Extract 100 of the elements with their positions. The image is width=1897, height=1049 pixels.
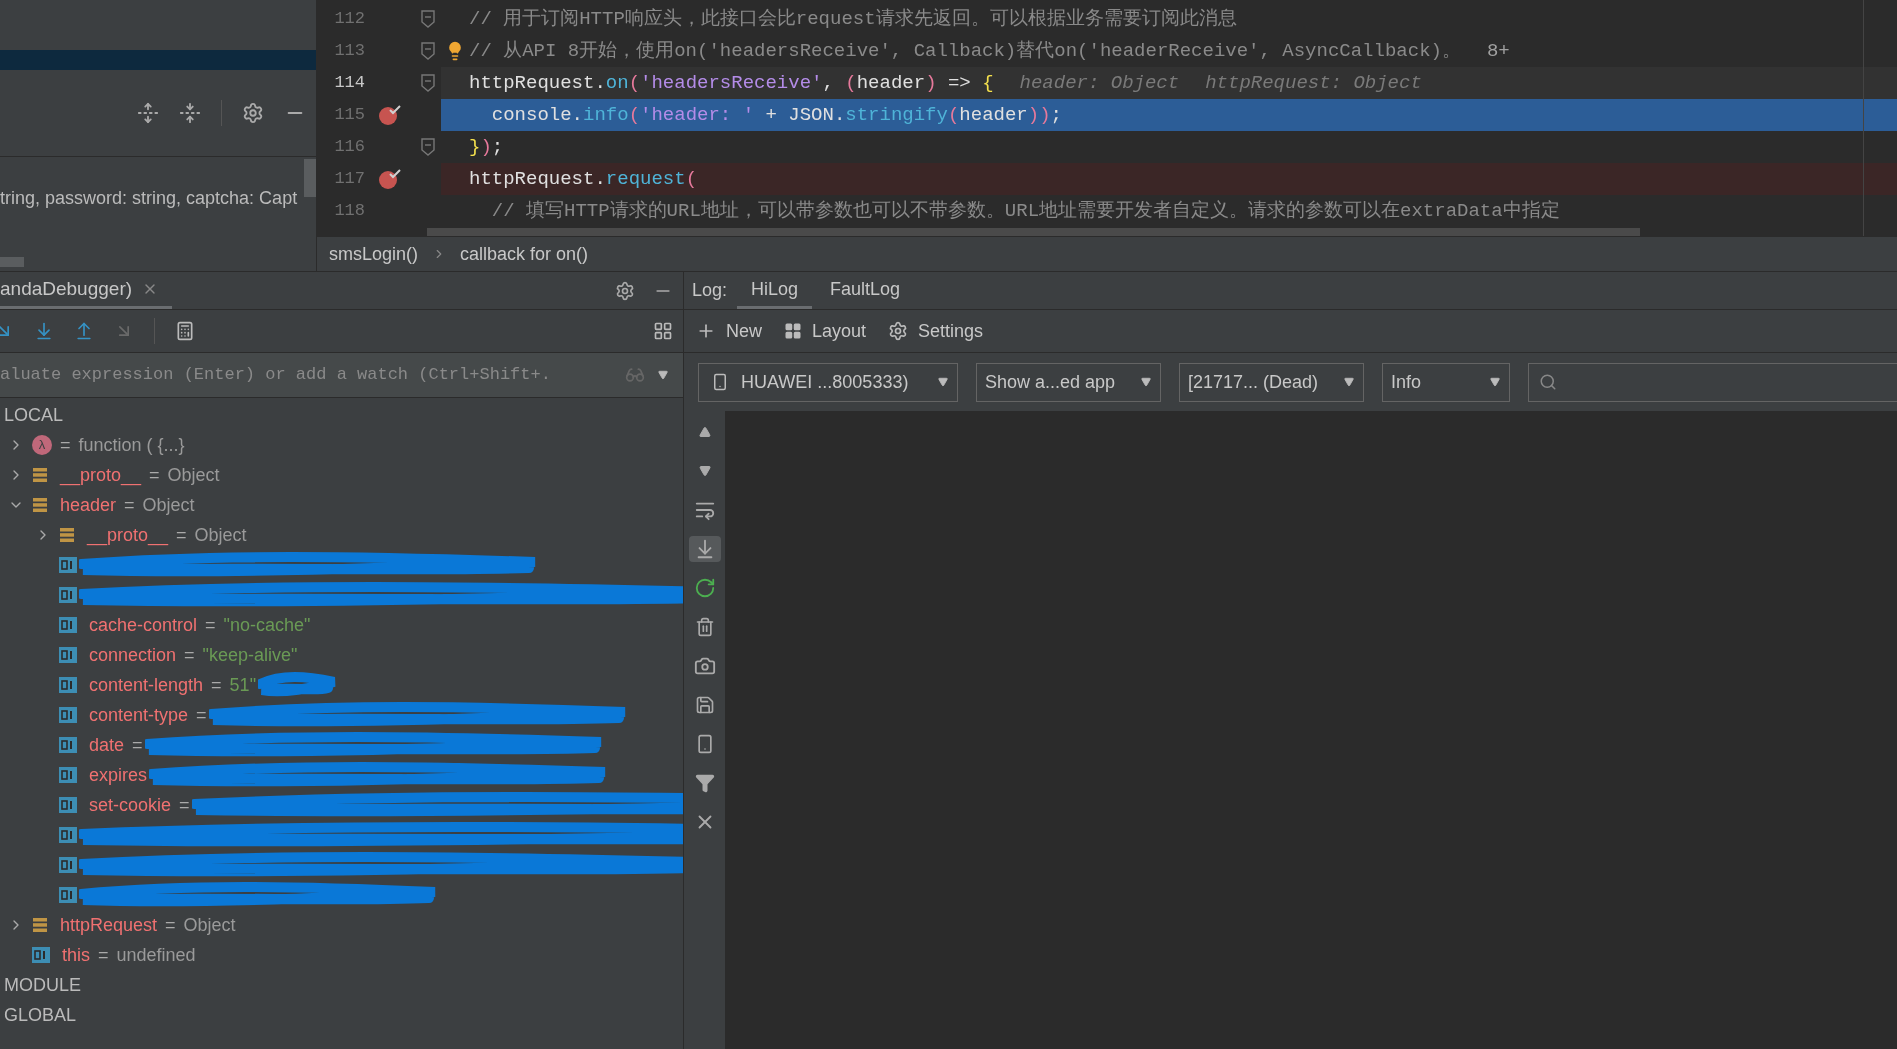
triangle-down-icon[interactable] [696, 465, 713, 477]
inline-hint: httpRequest: Object [1205, 70, 1422, 96]
debugger-tab[interactable]: andaDebugger) [0, 272, 173, 309]
code-line: console.info('header: ' + JSON.stringify(header)); [490, 102, 1062, 128]
variable-value: 51" [229, 673, 257, 697]
line-number: 116 [333, 136, 365, 159]
variable-name: __proto__ [87, 523, 169, 548]
breakpoint-icon[interactable] [378, 168, 402, 190]
equals-sign: = [124, 493, 135, 517]
primitive-icon [59, 707, 77, 723]
primitive-icon [59, 677, 77, 693]
restart-icon[interactable] [693, 577, 716, 599]
line-number: 115 [333, 104, 365, 127]
caret-icon [1140, 377, 1152, 387]
toolbar-button[interactable]: New [696, 317, 762, 345]
inline-hint: header: Object [1019, 70, 1180, 96]
log-tab[interactable]: HiLog [737, 272, 813, 309]
fold-marker-icon[interactable] [421, 74, 435, 92]
filter-dropdown[interactable]: Show a...ed app [976, 362, 1161, 402]
primitive-icon [59, 827, 77, 843]
toolbar-button[interactable]: Layout [784, 317, 867, 345]
primitive-icon [59, 557, 77, 573]
phone-icon [711, 372, 729, 392]
primitive-icon [59, 767, 77, 783]
primitive-icon [59, 857, 77, 873]
filter-dropdown[interactable]: Info [1382, 362, 1510, 402]
inline-hint: 8+ [1486, 38, 1510, 64]
primitive-icon [59, 797, 77, 813]
primitive-icon [59, 887, 77, 903]
equals-sign: = [196, 703, 207, 727]
variable-value: "keep-alive" [202, 643, 298, 667]
fold-marker-icon[interactable] [421, 138, 435, 156]
variable-name: header [60, 493, 117, 517]
variable-name: set-cookie [89, 793, 172, 817]
triangle-up-icon[interactable] [696, 426, 713, 438]
camera-icon[interactable] [693, 655, 716, 677]
breadcrumb[interactable]: callback for on() [460, 240, 589, 268]
caret-icon [657, 370, 669, 380]
function-signature: tring, password: string, captcha: Capt [0, 187, 299, 210]
filter-dropdown[interactable]: [21717... (Dead) [1179, 362, 1364, 402]
equals-sign: = [149, 463, 160, 487]
breadcrumb[interactable]: smsLogin() [329, 240, 419, 268]
equals-sign: = [184, 643, 195, 667]
variable-name: this [62, 943, 90, 967]
equals-sign: = [205, 613, 216, 637]
equals-sign: = [132, 733, 143, 757]
log-tab[interactable]: FaultLog [816, 272, 915, 309]
caret-icon [1489, 377, 1501, 387]
scope-label[interactable]: GLOBAL [4, 1001, 77, 1029]
layout-icon[interactable] [653, 321, 673, 341]
breakpoint-icon[interactable] [378, 104, 402, 126]
primitive-icon [32, 947, 50, 963]
expand-all-icon[interactable] [137, 102, 159, 124]
variable-value: Object [183, 913, 236, 937]
primitive-icon [59, 737, 77, 753]
scrollbar-thumb[interactable] [0, 257, 24, 267]
settings-icon[interactable] [615, 280, 635, 301]
step-out-icon[interactable] [74, 321, 94, 341]
object-icon [32, 917, 48, 933]
search-field[interactable] [1528, 362, 1897, 402]
filter-icon[interactable] [694, 773, 715, 793]
line-number: 117 [333, 168, 365, 191]
calculator-icon[interactable] [175, 321, 195, 341]
object-icon [59, 527, 75, 543]
variable-name: content-length [89, 673, 204, 697]
evaluate-input[interactable]: aluate expression (Enter) or add a watch (Ctrl+Shift+. [0, 362, 613, 388]
equals-sign: = [165, 913, 176, 937]
filter-dropdown[interactable]: HUAWEI ...8005333) [698, 362, 958, 402]
collapse-all-icon[interactable] [179, 102, 201, 124]
line-number: 112 [333, 8, 365, 31]
object-icon [32, 467, 48, 483]
code-line: httpRequest.on('headersReceive', (header) => { [469, 70, 994, 96]
log-label: Log: [692, 279, 728, 302]
caret-icon [937, 377, 949, 387]
scope-label[interactable]: LOCAL [4, 401, 64, 429]
variable-name: date [89, 733, 125, 757]
variable-value: "no-cache" [223, 613, 311, 637]
caret-icon [1343, 377, 1355, 387]
equals-sign: = [60, 433, 71, 457]
save-icon[interactable] [694, 695, 715, 715]
variable-name: cache-control [89, 613, 198, 637]
code-line: }); [469, 134, 504, 160]
variable-value: Object [167, 463, 220, 487]
scope-label[interactable]: MODULE [4, 971, 81, 999]
toolbar-button[interactable]: Settings [888, 317, 984, 345]
primitive-icon [59, 647, 77, 663]
fold-marker-icon[interactable] [421, 10, 435, 28]
evaluate-field[interactable]: aluate expression (Enter) or add a watch (Ctrl+Shift+. [0, 353, 683, 398]
code-line: // 用于订阅HTTP响应头，此接口会比request请求先返回。可以根据业务需要订阅此消息 [469, 6, 1237, 32]
step-into-icon[interactable] [34, 321, 54, 341]
scrollbar-thumb[interactable] [427, 228, 1640, 236]
variable-value: Object [142, 493, 195, 517]
fold-marker-icon[interactable] [421, 42, 435, 60]
settings-icon[interactable] [242, 102, 264, 124]
scrollbar-thumb[interactable] [304, 159, 316, 197]
equals-sign: = [98, 943, 109, 967]
trash-icon[interactable] [694, 617, 715, 637]
line-number: 118 [333, 200, 365, 223]
lambda-icon: λ [32, 435, 52, 455]
object-icon [32, 497, 48, 513]
